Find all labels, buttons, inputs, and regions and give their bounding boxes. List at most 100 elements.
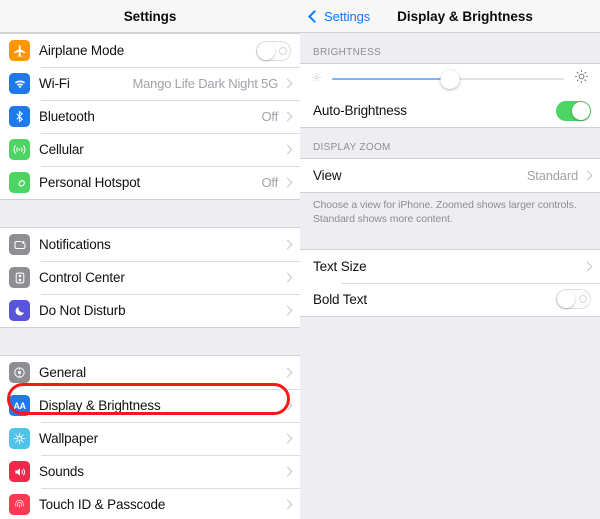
notifications-icon <box>9 234 30 255</box>
sidebar-item-label: Notifications <box>39 237 111 252</box>
chevron-left-icon <box>308 9 321 23</box>
hotspot-icon <box>9 172 30 193</box>
sidebar-item-label: Wi-Fi <box>39 76 70 91</box>
toggle-knob <box>572 101 590 120</box>
airplane-mode-toggle[interactable] <box>256 40 291 61</box>
wifi-network-value: Mango Life Dark Night 5G <box>132 76 279 91</box>
text-size-label: Text Size <box>313 258 367 274</box>
display-zoom-group: View Standard <box>300 158 600 193</box>
sidebar-item-display-brightness[interactable]: AA Display & Brightness <box>0 389 300 422</box>
slider-thumb[interactable] <box>440 69 460 89</box>
sun-large-icon <box>574 69 589 89</box>
wifi-icon <box>9 73 30 94</box>
chevron-right-icon <box>282 466 293 477</box>
aa-glyph: AA <box>13 400 27 411</box>
sidebar-item-label: Wallpaper <box>39 431 98 446</box>
view-label: View <box>313 168 342 183</box>
chevron-right-icon <box>282 305 293 316</box>
sidebar-item-bluetooth[interactable]: Bluetooth Off <box>0 100 300 133</box>
sounds-icon <box>9 461 30 482</box>
right-navbar: Settings Display & Brightness <box>300 0 600 33</box>
settings-group-notifications: Notifications Control Center Do Not Dist… <box>0 227 300 328</box>
chevron-right-icon <box>282 239 293 250</box>
ios-settings-split-view: Settings Airplane Mode Wi-Fi Mango Life <box>0 0 600 519</box>
text-size-row[interactable]: Text Size <box>300 249 600 283</box>
cellular-icon <box>9 139 30 160</box>
brightness-group: Auto-Brightness <box>300 63 600 128</box>
chevron-right-icon <box>582 261 593 272</box>
general-gear-icon <box>9 362 30 383</box>
display-brightness-icon: AA <box>9 395 30 416</box>
chevron-right-icon <box>582 170 593 181</box>
do-not-disturb-icon <box>9 300 30 321</box>
sidebar-item-label: General <box>39 365 86 380</box>
display-zoom-footer: Choose a view for iPhone. Zoomed shows l… <box>300 193 600 236</box>
auto-brightness-row[interactable]: Auto-Brightness <box>300 94 600 127</box>
group-separator <box>0 200 300 227</box>
brightness-section-header: BRIGHTNESS <box>300 33 600 63</box>
sidebar-item-sounds[interactable]: Sounds <box>0 455 300 488</box>
bluetooth-state-value: Off <box>261 109 278 124</box>
bold-text-row[interactable]: Bold Text <box>300 282 600 316</box>
sidebar-item-label: Cellular <box>39 142 84 157</box>
chevron-right-icon <box>282 78 293 89</box>
toggle-ring <box>279 46 287 55</box>
chevron-right-icon <box>282 111 293 122</box>
sidebar-item-label: Personal Hotspot <box>39 175 141 190</box>
toggle-knob <box>257 41 275 60</box>
sidebar-item-cellular[interactable]: Cellular <box>0 133 300 166</box>
chevron-right-icon <box>282 367 293 378</box>
back-button[interactable]: Settings <box>308 9 370 24</box>
sidebar-item-label: Sounds <box>39 464 84 479</box>
chevron-right-icon <box>282 144 293 155</box>
view-value: Standard <box>526 168 578 183</box>
page-title: Settings <box>123 8 177 24</box>
airplane-icon <box>9 40 30 61</box>
sidebar-item-wallpaper[interactable]: Wallpaper <box>0 422 300 455</box>
sidebar-item-label: Touch ID & Passcode <box>39 497 166 512</box>
text-group: Text Size Bold Text <box>300 248 600 317</box>
sidebar-item-label: Control Center <box>39 270 125 285</box>
bold-text-label: Bold Text <box>313 291 367 307</box>
settings-list-panel: Settings Airplane Mode Wi-Fi Mango Life <box>0 0 300 519</box>
bluetooth-icon <box>9 106 30 127</box>
auto-brightness-label: Auto-Brightness <box>313 103 407 118</box>
brightness-slider[interactable] <box>332 69 564 89</box>
sidebar-item-notifications[interactable]: Notifications <box>0 228 300 261</box>
toggle-ring <box>579 295 587 304</box>
group-separator <box>300 235 600 249</box>
left-navbar: Settings <box>0 0 300 33</box>
sidebar-item-personal-hotspot[interactable]: Personal Hotspot Off <box>0 166 300 199</box>
chevron-right-icon <box>282 177 293 188</box>
settings-group-general: General AA Display & Brightness Wallpape… <box>0 355 300 519</box>
group-separator <box>0 328 300 355</box>
view-row[interactable]: View Standard <box>300 159 600 192</box>
brightness-slider-row <box>300 64 600 94</box>
sidebar-item-label: Bluetooth <box>39 109 95 124</box>
toggle-knob <box>557 290 575 309</box>
settings-group-connectivity: Airplane Mode Wi-Fi Mango Life Dark Nigh… <box>0 33 300 200</box>
sidebar-item-touch-id-passcode[interactable]: Touch ID & Passcode <box>0 488 300 519</box>
display-zoom-section-header: DISPLAY ZOOM <box>300 128 600 158</box>
sidebar-item-label: Do Not Disturb <box>39 303 126 318</box>
bold-text-toggle[interactable] <box>556 289 591 310</box>
sidebar-item-wifi[interactable]: Wi-Fi Mango Life Dark Night 5G <box>0 67 300 100</box>
chevron-right-icon <box>282 272 293 283</box>
hotspot-state-value: Off <box>261 175 278 190</box>
auto-brightness-toggle[interactable] <box>556 100 591 121</box>
display-brightness-detail-panel: Settings Display & Brightness BRIGHTNESS <box>300 0 600 519</box>
sidebar-item-general[interactable]: General <box>0 356 300 389</box>
sidebar-item-airplane-mode[interactable]: Airplane Mode <box>0 34 300 67</box>
chevron-right-icon <box>282 433 293 444</box>
chevron-right-icon <box>282 499 293 510</box>
chevron-right-icon <box>282 400 293 411</box>
sidebar-item-do-not-disturb[interactable]: Do Not Disturb <box>0 294 300 327</box>
sidebar-item-label: Display & Brightness <box>39 398 161 413</box>
sidebar-item-label: Airplane Mode <box>39 43 125 58</box>
sun-small-icon <box>311 70 322 88</box>
back-button-label: Settings <box>324 8 371 24</box>
sidebar-item-control-center[interactable]: Control Center <box>0 261 300 294</box>
touch-id-icon <box>9 494 30 515</box>
control-center-icon <box>9 267 30 288</box>
slider-track-fill <box>332 78 451 80</box>
